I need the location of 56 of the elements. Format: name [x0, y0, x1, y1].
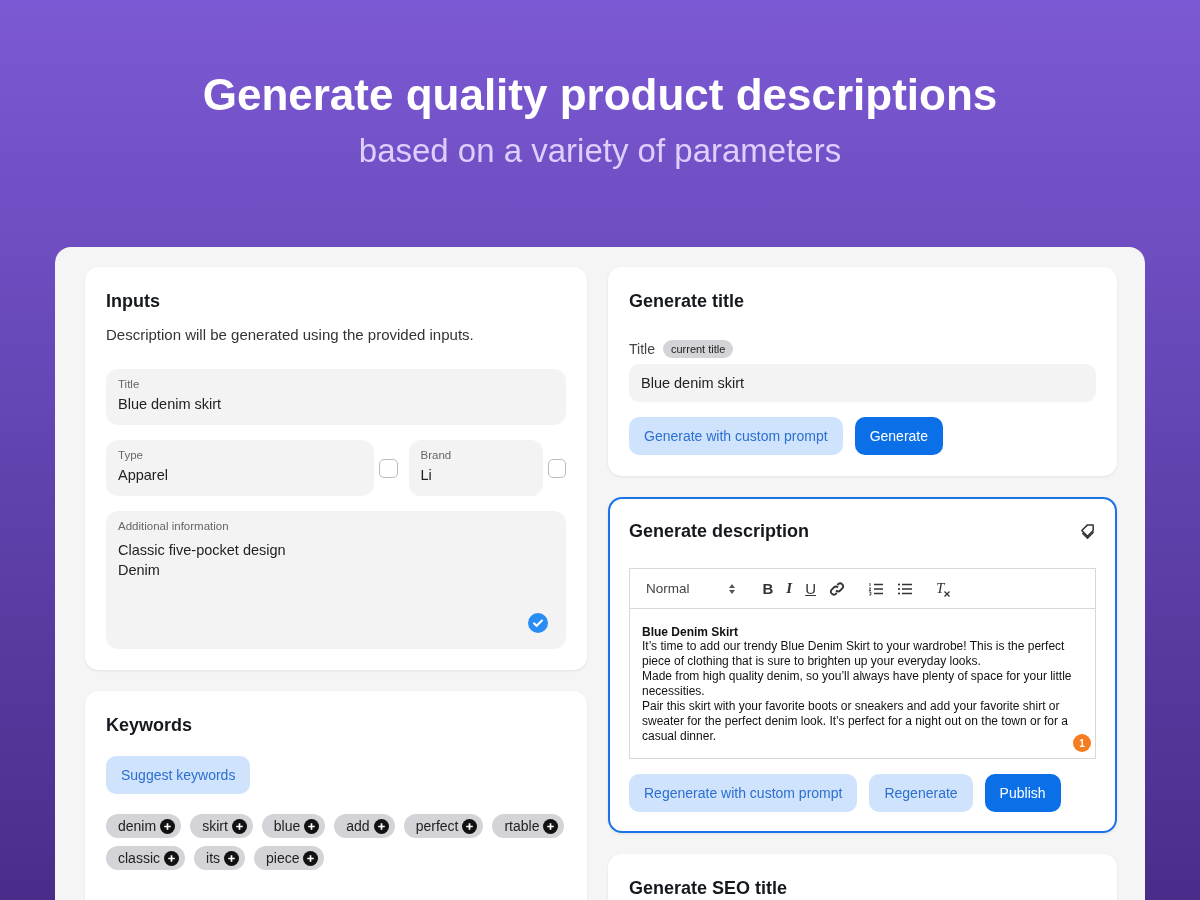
add-icon[interactable]	[543, 818, 559, 834]
clear-format-button[interactable]: T	[936, 580, 951, 597]
title-input[interactable]: Blue denim skirt	[629, 364, 1096, 402]
add-icon[interactable]	[164, 850, 179, 866]
additional-info-field[interactable]: Additional information Classic five-pocket design Denim	[106, 511, 566, 649]
card-title: Generate SEO title	[629, 878, 789, 899]
headline: Generate quality product descriptions	[201, 70, 999, 120]
generate-button[interactable]: Generate	[854, 417, 943, 455]
up-down-caret-icon	[727, 582, 736, 595]
keyword-chip[interactable]: add	[334, 814, 395, 838]
keyword-chip[interactable]: its	[194, 846, 245, 870]
count-badge: 1	[1073, 734, 1091, 752]
italic-button[interactable]: I	[786, 580, 793, 597]
add-icon[interactable]	[160, 818, 176, 834]
editor-paragraph: Made from high quality denim, so you’ll always have plenty of space for your little necessities.	[642, 669, 1073, 699]
type-field[interactable]: Type Apparel	[106, 440, 374, 496]
add-icon[interactable]	[303, 850, 319, 866]
action-button[interactable]: Publish	[984, 774, 1061, 812]
keyword-chip[interactable]: perfect	[403, 814, 484, 838]
subheadline: based on a variety of parameters	[357, 132, 843, 170]
add-icon[interactable]	[304, 818, 320, 834]
add-icon[interactable]	[224, 850, 239, 866]
action-button[interactable]: Regenerate with custom prompt	[629, 774, 858, 812]
underline-button[interactable]: U	[805, 580, 817, 597]
editor-paragraph: Pair this skirt with your favorite boots or sneakers and add your favorite shirt or sweater for the perfect denim look. It’s perfect for a night out on the town or for a casual dinner.	[642, 699, 1069, 744]
add-icon[interactable]	[231, 818, 247, 834]
bold-button[interactable]: B	[762, 580, 774, 597]
add-icon[interactable]	[462, 818, 478, 834]
brand-field[interactable]: Brand Li	[408, 440, 543, 496]
card-title: Inputs	[106, 291, 161, 312]
keyword-chip[interactable]: classic	[106, 846, 185, 870]
card-title: Generate title	[629, 291, 746, 312]
card-title: Generate description	[629, 521, 810, 542]
x-icon	[944, 591, 951, 597]
checkbox[interactable]	[547, 458, 566, 478]
ordered-list-icon[interactable]	[868, 580, 885, 597]
format-select[interactable]: Normal	[646, 581, 736, 596]
add-icon[interactable]	[373, 818, 389, 834]
suggest-keywords-button[interactable]: Suggest keywords	[106, 756, 251, 794]
checkbox[interactable]	[379, 458, 398, 478]
keyword-chip[interactable]: skirt	[190, 814, 253, 838]
action-button[interactable]: Regenerate	[869, 774, 973, 812]
editor-heading: Blue Denim Skirt	[642, 625, 740, 639]
keyword-chip[interactable]: blue	[261, 814, 326, 838]
editor-paragraph: It’s time to add our trendy Blue Denim Skirt to your wardrobe! This is the perfect piece of clothing that is sure to brighten up your everyday looks.	[642, 639, 1066, 669]
keyword-chip[interactable]: piece	[254, 846, 325, 870]
keyword-chip[interactable]: denim	[106, 814, 182, 838]
card-intro: Description will be generated using the provided inputs.	[106, 326, 475, 343]
field-label: Title	[629, 341, 655, 357]
card-title: Keywords	[106, 715, 194, 736]
title-field[interactable]: Title Blue denim skirt	[106, 369, 566, 425]
generate-button[interactable]: Generate with custom prompt	[629, 417, 843, 455]
current-title-tag: current title	[662, 340, 734, 358]
link-icon[interactable]	[829, 580, 846, 597]
tags-icon[interactable]	[1079, 523, 1096, 540]
keyword-chip[interactable]: rtable	[492, 814, 565, 838]
